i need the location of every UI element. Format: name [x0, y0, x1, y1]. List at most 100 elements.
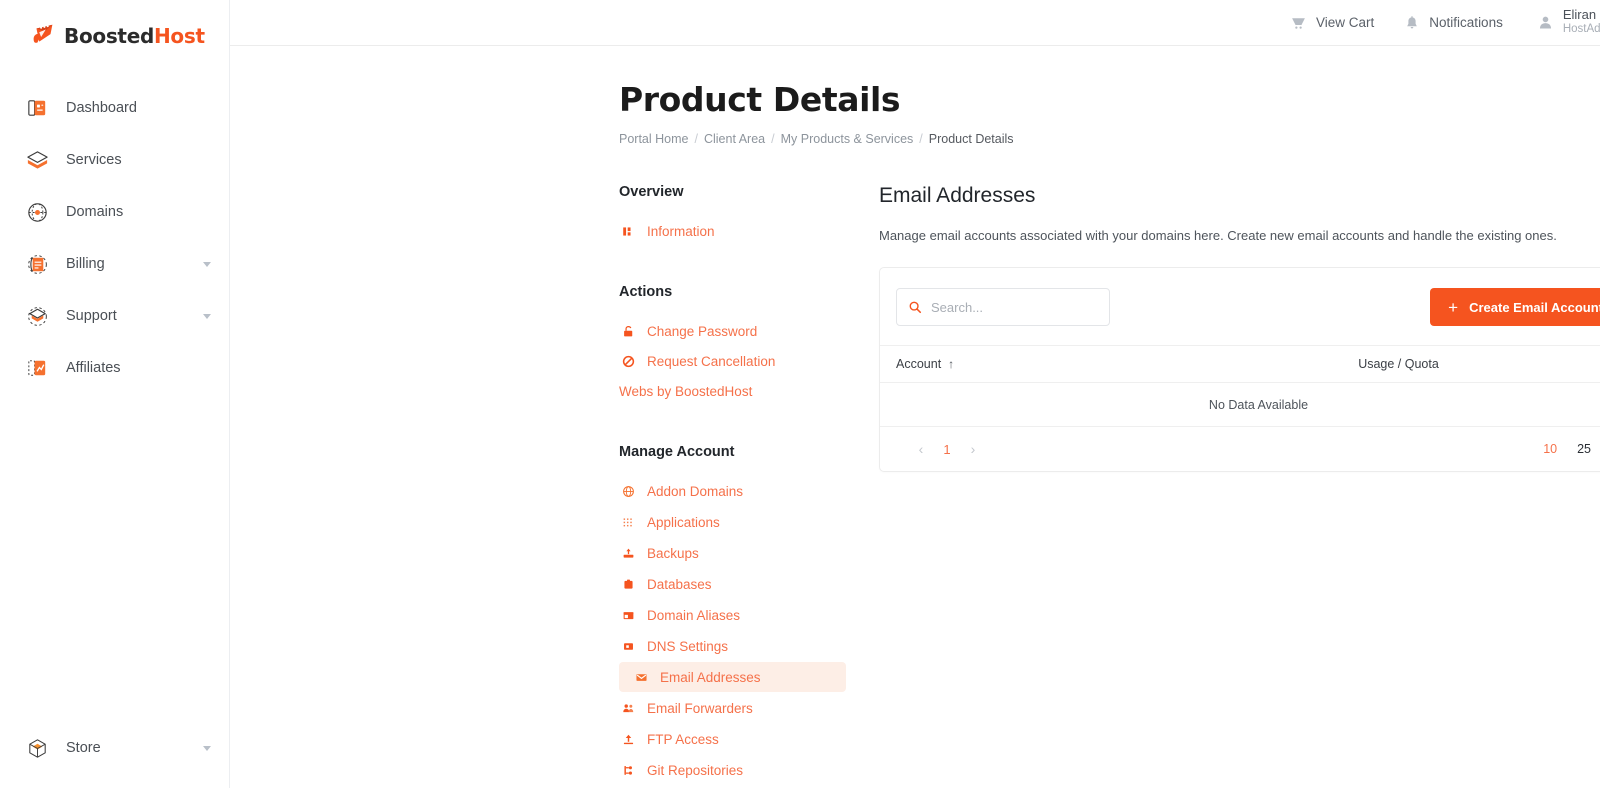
sidenav-item-label: Email Forwarders: [647, 700, 753, 716]
sidenav-item-label: Addon Domains: [647, 483, 744, 499]
pagination-page-1[interactable]: 1: [937, 438, 957, 460]
sidebar-item-label: Dashboard: [66, 100, 137, 116]
sidenav-item-label: Change Password: [647, 323, 758, 339]
sidebar-item-label: Domains: [66, 204, 124, 220]
breadcrumb-separator: /: [771, 132, 775, 146]
email-accounts-card: + Create Email Account Account ↑ Usage /…: [879, 267, 1600, 472]
brand-name-part2: Host: [153, 24, 205, 48]
store-cube-icon: [24, 735, 50, 761]
window-icon: [619, 609, 637, 622]
notifications-label: Notifications: [1429, 15, 1503, 30]
topbar: View Cart Notifications Eliran HostAd: [230, 0, 1600, 46]
main-column: View Cart Notifications Eliran HostAd Pr…: [230, 0, 1600, 788]
sidebar-item-label: Affiliates: [66, 360, 121, 376]
sidenav-item-databases[interactable]: Databases: [619, 569, 879, 599]
user-subtitle: HostAdvice: [1562, 23, 1600, 36]
backup-icon: [619, 547, 637, 560]
information-icon: [619, 225, 637, 238]
panel-description: Manage email accounts associated with yo…: [879, 228, 1557, 243]
domains-globe-icon: [24, 199, 50, 225]
breadcrumb-item[interactable]: Portal Home: [619, 132, 688, 146]
chevron-down-icon[interactable]: [203, 261, 211, 267]
sidenav-item-applications[interactable]: Applications: [619, 507, 879, 537]
chevron-down-icon[interactable]: [203, 745, 211, 751]
breadcrumb-item-current: Product Details: [928, 132, 1014, 146]
sidenav-item-git-repositories[interactable]: Git Repositories: [619, 755, 879, 785]
sidebar-item-domains[interactable]: Domains: [0, 186, 229, 238]
brand-logo[interactable]: BoostedHost: [0, 0, 229, 72]
user-avatar-icon: [1537, 14, 1554, 31]
globe-icon: [619, 485, 637, 498]
sidebar: BoostedHost Dashboard Services Domains B…: [0, 0, 230, 788]
sidebar-nav: Dashboard Services Domains Billing Suppo…: [0, 72, 229, 722]
manage-account-list: Addon Domains Applications Backups Datab…: [619, 476, 879, 785]
sidebar-bottom: Store: [0, 722, 229, 788]
sidenav-item-request-cancellation[interactable]: Request Cancellation: [619, 346, 879, 376]
breadcrumb-separator: /: [919, 132, 923, 146]
breadcrumb-item[interactable]: My Products & Services: [781, 132, 914, 146]
boostedhost-logo-icon: [28, 21, 58, 51]
breadcrumb: Portal Home / Client Area / My Products …: [619, 132, 1600, 146]
column-header-usage-quota: Usage / Quota: [1226, 357, 1600, 371]
pagination-next-button[interactable]: ›: [962, 438, 984, 460]
user-menu[interactable]: Eliran Ouzan HostAdvice: [1537, 7, 1600, 36]
table-empty-state: No Data Available: [880, 383, 1600, 427]
sidebar-item-store[interactable]: Store: [0, 722, 229, 774]
support-icon: [24, 303, 50, 329]
sidebar-item-services[interactable]: Services: [0, 134, 229, 186]
sidenav-item-label: Databases: [647, 576, 712, 592]
user-name: Eliran Ouzan: [1562, 7, 1600, 23]
sidenav-item-addon-domains[interactable]: Addon Domains: [619, 476, 879, 506]
sidebar-item-billing[interactable]: Billing: [0, 238, 229, 290]
create-email-account-label: Create Email Account: [1469, 299, 1600, 315]
sidenav-item-change-password[interactable]: Change Password: [619, 316, 879, 346]
sidenav-item-email-addresses[interactable]: Email Addresses: [619, 662, 846, 692]
user-text: Eliran Ouzan HostAdvice: [1562, 7, 1600, 36]
column-header-account[interactable]: Account ↑: [896, 357, 1226, 371]
sidebar-item-dashboard[interactable]: Dashboard: [0, 82, 229, 134]
pagination-prev-button[interactable]: ‹: [910, 438, 932, 460]
page-size-10[interactable]: 10: [1543, 442, 1557, 456]
notifications-button[interactable]: Notifications: [1404, 15, 1503, 31]
panel-title: Email Addresses: [879, 184, 1036, 207]
sort-ascending-icon[interactable]: ↑: [948, 357, 954, 371]
pagination-page-sizes: 10 25 ∞: [1543, 441, 1600, 457]
brand-name-part1: Boosted: [64, 24, 154, 48]
search-icon: [908, 300, 922, 314]
sidenav-item-label: Applications: [647, 514, 720, 530]
sidebar-item-label: Support: [66, 308, 117, 324]
sidenav-item-dns-settings[interactable]: DNS Settings: [619, 631, 879, 661]
sidebar-item-support[interactable]: Support: [0, 290, 229, 342]
sidenav-item-ftp-access[interactable]: FTP Access: [619, 724, 879, 754]
search-input[interactable]: [931, 299, 1098, 315]
sidebar-item-label: Billing: [66, 256, 105, 272]
page-size-25[interactable]: 25: [1577, 442, 1591, 456]
sidenav-item-backups[interactable]: Backups: [619, 538, 879, 568]
breadcrumb-item[interactable]: Client Area: [704, 132, 765, 146]
sidenav-item-label: Domain Aliases: [647, 607, 741, 623]
plus-icon: +: [1448, 297, 1459, 317]
people-icon: [619, 702, 637, 715]
no-entry-icon: [619, 355, 637, 368]
sidenav-item-webs-by-boostedhost[interactable]: Webs by BoostedHost: [619, 376, 879, 406]
create-email-account-button[interactable]: + Create Email Account: [1430, 288, 1600, 326]
dns-icon: [619, 640, 637, 653]
product-sidenav: Overview Information Actions Change Pass…: [619, 184, 879, 786]
card-toolbar: + Create Email Account: [880, 268, 1600, 345]
billing-icon: [24, 251, 50, 277]
sidenav-item-label: Webs by BoostedHost: [619, 383, 753, 399]
sidebar-item-affiliates[interactable]: Affiliates: [0, 342, 229, 394]
view-cart-button[interactable]: View Cart: [1290, 14, 1374, 31]
envelope-icon: [632, 671, 650, 684]
lock-icon: [619, 325, 637, 338]
sidenav-item-label: FTP Access: [647, 731, 719, 747]
chevron-down-icon[interactable]: [203, 313, 211, 319]
database-icon: [619, 578, 637, 591]
sidenav-item-information[interactable]: Information: [619, 216, 879, 246]
sidenav-item-domain-aliases[interactable]: Domain Aliases: [619, 600, 879, 630]
table-header-row: Account ↑ Usage / Quota: [880, 345, 1600, 383]
grid-dots-icon: [619, 516, 637, 529]
sidenav-item-label: Git Repositories: [647, 762, 744, 778]
sidenav-item-email-forwarders[interactable]: Email Forwarders: [619, 693, 879, 723]
search-box[interactable]: [896, 288, 1110, 326]
